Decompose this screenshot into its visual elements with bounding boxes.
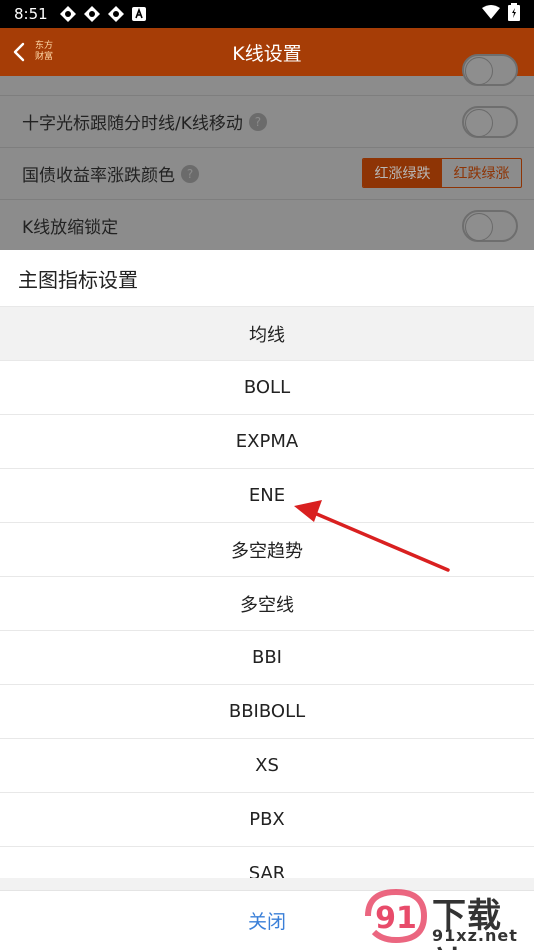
zoom-lock-toggle[interactable] (462, 210, 518, 242)
setting-row-bond-color: 国债收益率涨跌颜色 ? 红涨绿跌 红跌绿涨 (0, 148, 534, 200)
option-boll[interactable]: BOLL (0, 360, 534, 414)
setting-label: 国债收益率涨跌颜色 (22, 166, 175, 186)
notification-icon (107, 6, 124, 22)
toggle-switch[interactable] (462, 54, 518, 86)
indicator-sheet: 主图指标设置 均线 BOLL EXPMA ENE 多空趋势 多空线 BBI BB… (0, 250, 534, 950)
status-time: 8:51 (14, 5, 48, 23)
settings-list-dimmed: 十字光标跟随分时线/K线移动 ? 国债收益率涨跌颜色 ? 红涨绿跌 红跌绿涨 K… (0, 54, 534, 252)
bond-color-selector: 红涨绿跌 红跌绿涨 (362, 158, 522, 188)
status-right (482, 3, 520, 25)
status-bar: 8:51 (0, 0, 534, 28)
wifi-icon (482, 5, 500, 23)
app-notification-icon (131, 7, 146, 21)
watermark: 91 下载站 91xz.net (360, 880, 534, 950)
notification-icon (59, 6, 76, 22)
option-xs[interactable]: XS (0, 738, 534, 792)
option-dkx[interactable]: 多空线 (0, 576, 534, 630)
option-expma[interactable]: EXPMA (0, 414, 534, 468)
option-pbx[interactable]: PBX (0, 792, 534, 846)
option-sar[interactable]: SAR (0, 846, 534, 878)
segment-red-down[interactable]: 红跌绿涨 (442, 159, 521, 187)
watermark-brand-bottom: 91xz.net (432, 926, 518, 945)
notification-icon (83, 6, 100, 22)
battery-icon (508, 3, 520, 25)
option-bbi[interactable]: BBI (0, 630, 534, 684)
indicator-options: 均线 BOLL EXPMA ENE 多空趋势 多空线 BBI BBIBOLL X… (0, 306, 534, 878)
option-ma[interactable]: 均线 (0, 306, 534, 360)
sheet-title: 主图指标设置 (18, 268, 138, 292)
setting-row-hidden (0, 44, 534, 96)
watermark-logo-icon: 91 (365, 888, 428, 944)
help-icon[interactable]: ? (248, 112, 267, 131)
setting-label: K线放缩锁定 (22, 218, 119, 238)
option-trend[interactable]: 多空趋势 (0, 522, 534, 576)
option-ene[interactable]: ENE (0, 468, 534, 522)
crosshair-toggle[interactable] (462, 106, 518, 138)
help-icon[interactable]: ? (181, 164, 199, 183)
setting-row-crosshair: 十字光标跟随分时线/K线移动 ? (0, 96, 534, 148)
option-bbiboll[interactable]: BBIBOLL (0, 684, 534, 738)
setting-label: 十字光标跟随分时线/K线移动 (22, 114, 243, 134)
setting-row-zoom-lock: K线放缩锁定 (0, 200, 534, 252)
watermark-logo-text: 91 (375, 901, 417, 936)
segment-red-up[interactable]: 红涨绿跌 (363, 159, 442, 187)
